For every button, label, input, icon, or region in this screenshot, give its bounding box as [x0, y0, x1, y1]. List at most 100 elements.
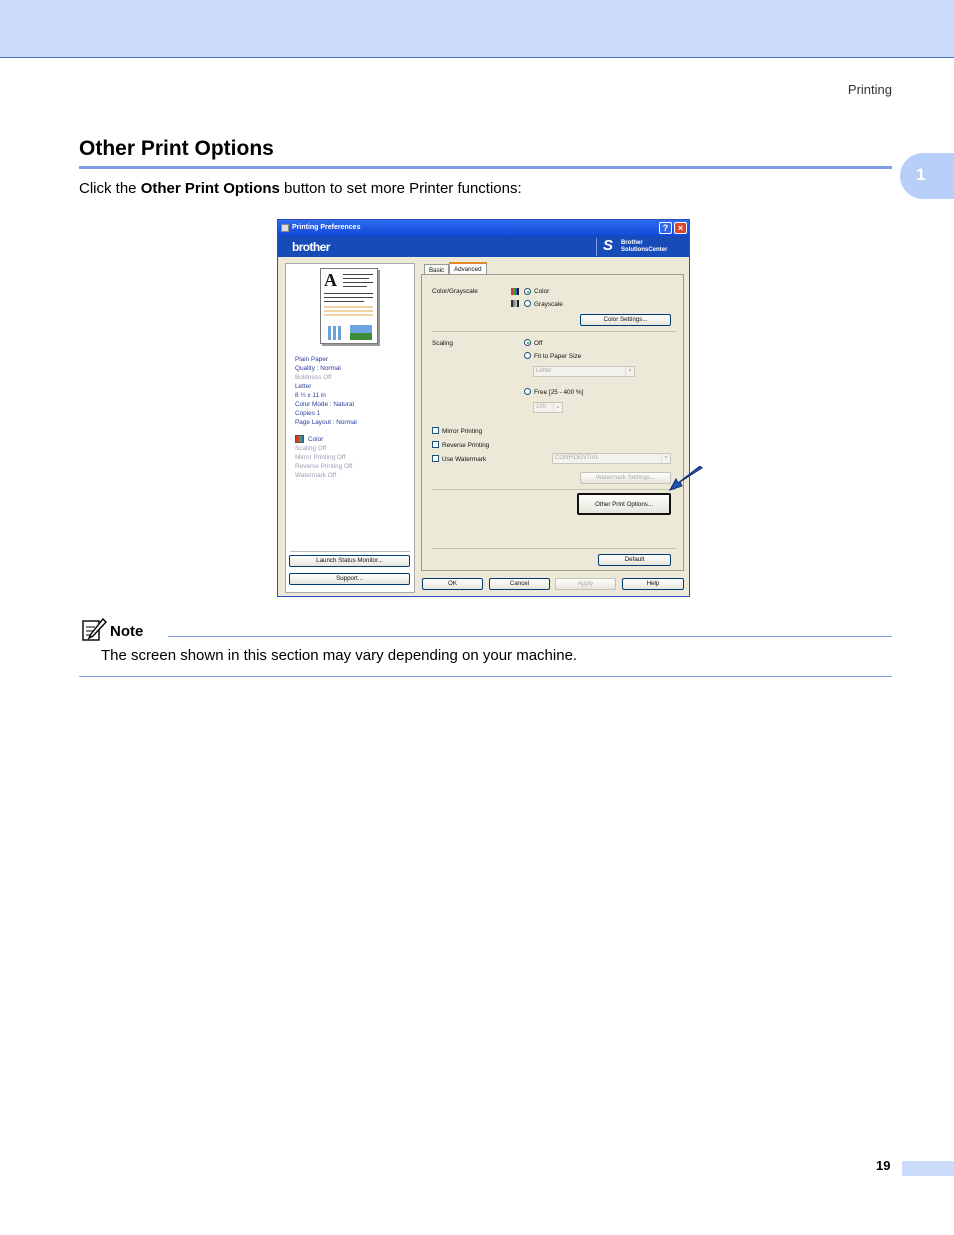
- summary-reverse: Reverse Printing Off: [295, 463, 353, 470]
- support-button[interactable]: Support...: [289, 573, 410, 585]
- help-icon[interactable]: ?: [659, 222, 672, 234]
- preview-photo: [350, 325, 372, 340]
- intro-bold: Other Print Options: [140, 180, 280, 197]
- intro-paragraph: Click the Other Print Options button to …: [79, 180, 522, 197]
- color-label: Color: [534, 288, 550, 295]
- free-scaling-label: Free [25 - 400 %]: [534, 389, 584, 396]
- printer-icon: [281, 224, 289, 232]
- printing-preferences-dialog: Printing Preferences ? × brother S Broth…: [277, 219, 690, 597]
- summary-boldness: Boldness Off: [295, 374, 332, 381]
- free-scaling-radio[interactable]: [524, 388, 531, 395]
- other-print-options-button[interactable]: Other Print Options...: [577, 493, 671, 515]
- note-text: The screen shown in this section may var…: [101, 647, 578, 664]
- spinner-arrows-icon: ▴: [553, 403, 562, 412]
- section-title: Other Print Options: [79, 137, 274, 160]
- chapter-tab: 1: [900, 153, 954, 199]
- section-divider: [432, 331, 676, 332]
- advanced-tab-panel: Color/Grayscale Color Grayscale Color Se…: [421, 274, 684, 571]
- solutions-line2: SolutionsCenter: [621, 247, 668, 253]
- scaling-off-label: Off: [534, 340, 543, 347]
- free-scaling-spinner[interactable]: 100 ▴: [533, 402, 563, 413]
- title-rule: [79, 166, 892, 169]
- watermark-settings-button[interactable]: Watermark Settings...: [580, 472, 671, 484]
- intro-suffix: button to set more Printer functions:: [279, 180, 522, 197]
- preview-chart: [326, 326, 346, 340]
- use-watermark-label: Use Watermark: [442, 456, 487, 463]
- preview-band: [324, 306, 373, 308]
- running-head: Printing: [847, 82, 892, 97]
- help-button[interactable]: Help: [622, 578, 684, 590]
- preview-line: [324, 301, 364, 302]
- solutions-line1: Brother: [621, 240, 643, 246]
- section-divider: [432, 548, 676, 549]
- cancel-button[interactable]: Cancel: [489, 578, 550, 590]
- grayscale-icon: [511, 300, 519, 307]
- close-icon[interactable]: ×: [674, 222, 687, 234]
- default-button[interactable]: Default: [598, 554, 671, 566]
- summary-page-layout: Page Layout : Normal: [295, 419, 357, 426]
- scaling-off-radio[interactable]: [524, 339, 531, 346]
- summary-color-row: Color: [295, 435, 352, 444]
- settings-summary-extra: Color Scaling Off Mirror Printing Off Re…: [295, 435, 352, 480]
- preview-band: [324, 314, 373, 316]
- summary-copies: Copies 1: [295, 410, 321, 417]
- paper-size-value: Letter: [536, 368, 552, 374]
- solutions-center-link[interactable]: S Brother SolutionsCenter: [596, 237, 688, 256]
- summary-scaling: Scaling Off: [295, 445, 327, 452]
- summary-mirror: Mirror Printing Off: [295, 454, 346, 461]
- intro-prefix: Click the: [79, 180, 141, 197]
- apply-button[interactable]: Apply: [555, 578, 616, 590]
- watermark-value: CONFIDENTIAL: [555, 455, 600, 461]
- preview-line: [343, 278, 369, 279]
- preview-line: [343, 282, 373, 283]
- solutions-text: Brother SolutionsCenter: [621, 240, 667, 254]
- use-watermark-checkbox[interactable]: [432, 455, 439, 462]
- summary-divider: [290, 551, 410, 552]
- scaling-label: Scaling: [432, 340, 453, 347]
- mirror-printing-checkbox[interactable]: [432, 427, 439, 434]
- note-label: Note: [110, 623, 144, 640]
- free-scaling-value: 100: [536, 404, 547, 410]
- reverse-printing-checkbox[interactable]: [432, 441, 439, 448]
- summary-color: Color: [308, 436, 324, 443]
- dialog-title: Printing Preferences: [292, 224, 361, 231]
- preview-line: [324, 297, 373, 298]
- summary-watermark: Watermark Off: [295, 472, 337, 479]
- paper-size-select[interactable]: Letter ▼: [533, 366, 635, 377]
- color-settings-button[interactable]: Color Settings...: [580, 314, 671, 326]
- chevron-down-icon: ▼: [661, 454, 670, 463]
- summary-size: Letter: [295, 383, 312, 390]
- grayscale-label: Grayscale: [534, 301, 563, 308]
- note-rule-bottom: [79, 676, 892, 677]
- color-grayscale-label: Color/Grayscale: [432, 288, 478, 295]
- chevron-down-icon: ▼: [625, 367, 634, 376]
- fit-to-paper-radio[interactable]: [524, 352, 531, 359]
- preview-line: [343, 286, 367, 287]
- brand-bar: brother S Brother SolutionsCenter: [278, 236, 689, 257]
- color-radio[interactable]: [524, 288, 531, 295]
- preview-line: [343, 274, 373, 275]
- grayscale-radio[interactable]: [524, 300, 531, 307]
- preview-line: [324, 293, 373, 294]
- preview-band: [324, 310, 373, 312]
- summary-quality: Quality : Normal: [295, 365, 341, 372]
- chapter-number: 1: [916, 165, 926, 184]
- mirror-printing-label: Mirror Printing: [442, 428, 483, 435]
- ok-button[interactable]: OK: [422, 578, 483, 590]
- page-number-tab: [902, 1161, 954, 1176]
- brother-logo: brother: [292, 240, 330, 254]
- summary-color-mode: Color Mode : Natural: [295, 401, 354, 408]
- color-icon: [511, 288, 519, 295]
- pointer-arrow-icon: [668, 466, 703, 491]
- settings-summary: Plain Paper Quality : Normal Boldness Of…: [295, 355, 357, 427]
- fit-to-paper-label: Fit to Paper Size: [534, 353, 582, 360]
- watermark-select[interactable]: CONFIDENTIAL ▼: [552, 453, 671, 464]
- reverse-printing-label: Reverse Printing: [442, 442, 490, 449]
- header-band: [0, 0, 954, 58]
- summary-panel: A Plain Paper Quality : Normal Boldness …: [285, 263, 415, 593]
- preview-letter: A: [324, 270, 337, 290]
- launch-status-monitor-button[interactable]: Launch Status Monitor...: [289, 555, 410, 567]
- summary-paper: Plain Paper: [295, 356, 329, 363]
- summary-dimensions: 8 ½ x 11 in: [295, 392, 326, 399]
- page-preview: A: [320, 268, 378, 344]
